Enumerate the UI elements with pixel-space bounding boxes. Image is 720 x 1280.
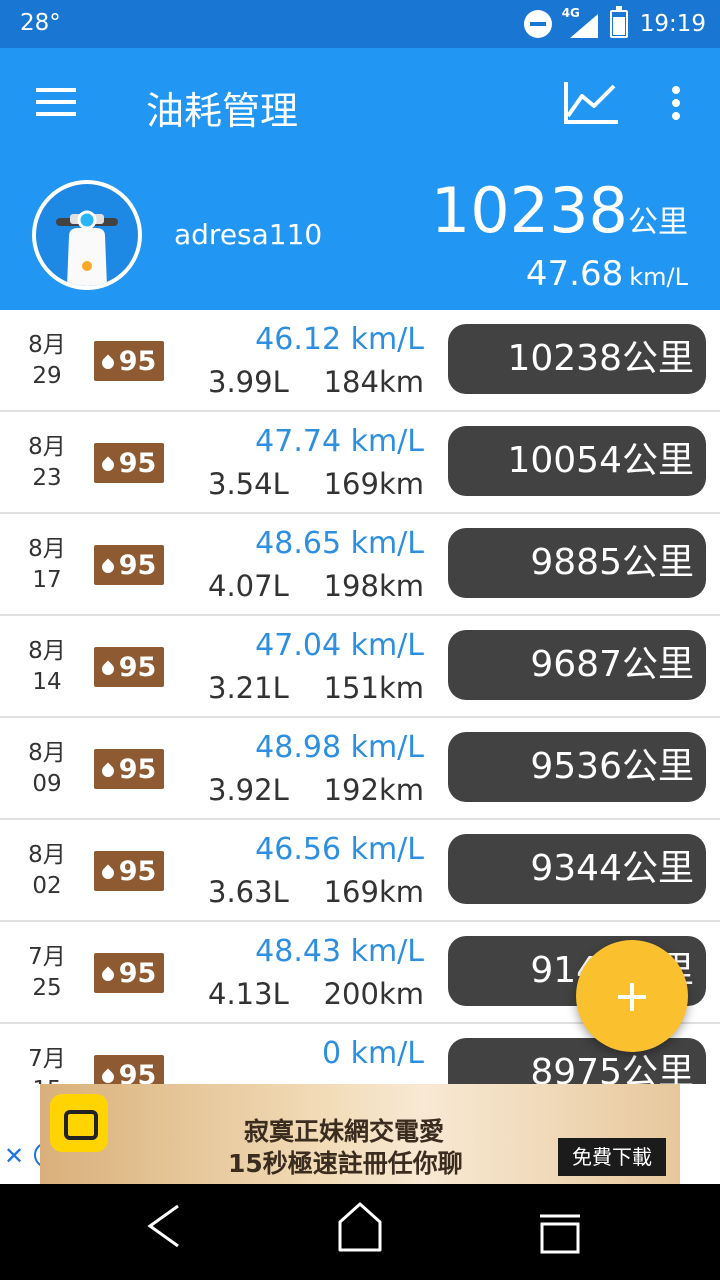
fuel-drop-icon (99, 864, 117, 882)
record-litres: 3.92L (208, 773, 289, 807)
fuel-drop-icon (99, 354, 117, 372)
record-distance: 198km (323, 569, 424, 603)
record-date: 7月15 (28, 1046, 66, 1084)
do-not-disturb-icon (523, 10, 552, 38)
record-date: 8月 23 (28, 434, 66, 491)
signal-icon: 4G (562, 6, 598, 38)
signal-triangle-icon (569, 14, 598, 38)
average-efficiency-value: 47.68 (525, 254, 624, 294)
line-chart-icon[interactable] (562, 78, 620, 126)
fuel-grade-badge: 95 (94, 341, 164, 381)
odometer-badge: 9885公里 (448, 528, 706, 598)
home-icon[interactable] (336, 1200, 384, 1252)
ad-image[interactable]: 寂寞正妹網交電愛 15秒極速註冊任你聊 免費下載 (40, 1084, 680, 1184)
fuel-record-row[interactable]: 8月 02 95 46.56 km/L 3.63L 169km 9344公里 (0, 820, 720, 922)
odometer-badge: 10054公里 (448, 426, 706, 496)
status-time: 19:19 (639, 11, 706, 37)
fuel-record-row[interactable]: 8月 29 95 46.12 km/L 3.99L 184km 10238公里 (0, 310, 720, 412)
odometer-badge: 9344公里 (448, 834, 706, 904)
username: adresa110 (174, 218, 323, 251)
fuel-grade-badge: 95 (94, 647, 164, 687)
record-efficiency: 48.65 km/L (255, 526, 424, 561)
record-efficiency: 46.56 km/L (255, 832, 424, 867)
ad-headline: 寂寞正妹網交電愛 (244, 1117, 445, 1146)
odometer-badge: 9687公里 (448, 630, 706, 700)
status-temperature: 28° (20, 10, 61, 36)
fuel-grade-badge: 95 (94, 545, 164, 585)
status-icons: 4G 19:19 (523, 6, 706, 40)
average-efficiency-unit: km/L (629, 263, 688, 291)
fuel-record-row[interactable]: 8月 23 95 47.74 km/L 3.54L 169km 10054公里 (0, 412, 720, 514)
record-distance: 200km (323, 977, 424, 1011)
menu-icon[interactable] (36, 88, 76, 118)
fuel-drop-icon (99, 660, 117, 678)
ad-download-button[interactable]: 免費下載 (558, 1138, 666, 1176)
record-litres: 3.99L (208, 365, 289, 399)
record-efficiency: 0 km/L (321, 1036, 424, 1071)
more-vert-icon[interactable] (668, 86, 684, 122)
profile-header: adresa110 10238 公里 47.68 km/L (0, 160, 720, 310)
record-date: 7月 25 (28, 944, 66, 1001)
status-bar: 28° 4G 19:19 (0, 0, 720, 48)
record-date: 8月 09 (28, 740, 66, 797)
ad-logo-icon (50, 1094, 108, 1152)
record-date: 8月 29 (28, 332, 66, 389)
scooter-icon (56, 210, 118, 286)
record-litres: 4.07L (208, 569, 289, 603)
ad-banner[interactable]: ✕ i 寂寞正妹網交電愛 15秒極速註冊任你聊 免費下載 (0, 1084, 720, 1184)
record-litres: 3.21L (208, 671, 289, 705)
odometer-badge: 9536公里 (448, 732, 706, 802)
record-litres: 3.54L (208, 467, 289, 501)
back-icon[interactable] (144, 1204, 184, 1248)
record-efficiency: 47.74 km/L (255, 424, 424, 459)
fuel-record-row[interactable]: 8月 17 95 48.65 km/L 4.07L 198km 9885公里 (0, 514, 720, 616)
record-efficiency: 46.12 km/L (255, 322, 424, 357)
ad-subline: 15秒極速註冊任你聊 (228, 1149, 463, 1178)
record-date: 8月 02 (28, 842, 66, 899)
avatar[interactable] (32, 180, 142, 290)
record-distance: 151km (323, 671, 424, 705)
battery-icon (609, 6, 628, 38)
record-date: 8月 17 (28, 536, 66, 593)
fuel-drop-icon (99, 1068, 117, 1084)
fuel-grade-badge: 95 (94, 953, 164, 993)
average-efficiency: 47.68 km/L (526, 254, 688, 294)
fuel-grade-badge: 95 (94, 1055, 164, 1084)
record-distance: 169km (323, 875, 424, 909)
close-icon[interactable]: ✕ (4, 1142, 24, 1170)
record-litres: 4.13L (208, 977, 289, 1011)
record-efficiency: 48.43 km/L (255, 934, 424, 969)
total-mileage-unit: 公里 (628, 205, 688, 240)
record-litres: 3.63L (208, 875, 289, 909)
fuel-drop-icon (99, 966, 117, 984)
app-bar: 油耗管理 (0, 48, 720, 160)
recent-apps-icon[interactable] (538, 1214, 582, 1254)
fuel-drop-icon (99, 762, 117, 780)
record-distance: 184km (323, 365, 424, 399)
fuel-grade-badge: 95 (94, 443, 164, 483)
fuel-grade-badge: 95 (94, 851, 164, 891)
fuel-record-row[interactable]: 8月 09 95 48.98 km/L 3.92L 192km 9536公里 (0, 718, 720, 820)
total-mileage-value: 10238 (430, 174, 628, 247)
record-efficiency: 47.04 km/L (255, 628, 424, 663)
record-date: 8月 14 (28, 638, 66, 695)
fuel-drop-icon (99, 456, 117, 474)
record-distance: 169km (323, 467, 424, 501)
record-efficiency: 48.98 km/L (255, 730, 424, 765)
odometer-badge: 8975公里 (448, 1038, 706, 1084)
page-title: 油耗管理 (146, 89, 299, 133)
record-distance: 192km (323, 773, 424, 807)
system-nav-bar (0, 1184, 720, 1280)
fuel-grade-badge: 95 (94, 749, 164, 789)
total-mileage: 10238 公里 (431, 174, 688, 247)
odometer-badge: 10238公里 (448, 324, 706, 394)
fuel-record-row[interactable]: 8月 14 95 47.04 km/L 3.21L 151km 9687公里 (0, 616, 720, 718)
fuel-drop-icon (99, 558, 117, 576)
add-record-button[interactable] (576, 940, 688, 1052)
